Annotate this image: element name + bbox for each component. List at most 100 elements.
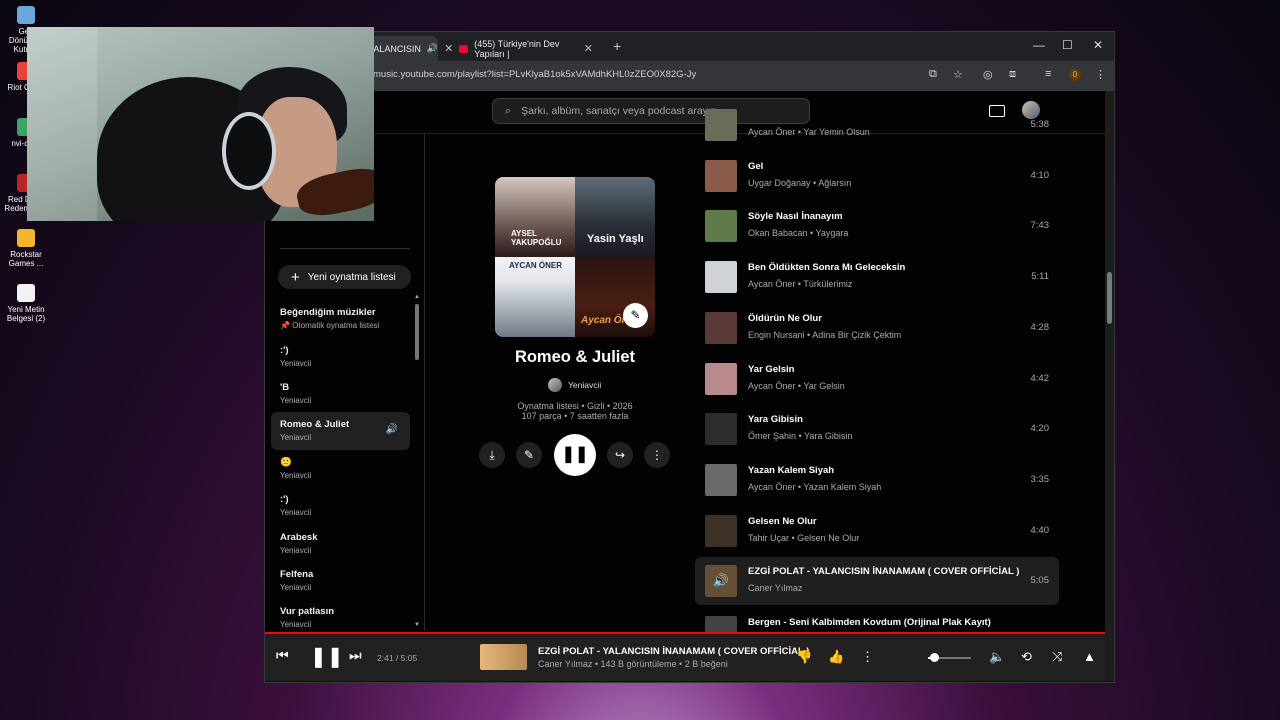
track-artist[interactable]: Ömer Şahin [748, 431, 796, 441]
track-artist[interactable]: Aycan Öner [748, 381, 795, 391]
desktop-icon[interactable]: Yeni Metin Belgesi (2) [4, 284, 48, 323]
track-row[interactable]: Gelsen Ne Olur Tahir Uçar • Gelsen Ne Olu… [695, 507, 1059, 555]
track-album[interactable]: Yar Gelsin [803, 381, 844, 391]
shuffle-icon[interactable]: ⤨ [1052, 649, 1062, 665]
track-artist[interactable]: Engin Nursani [748, 330, 805, 340]
track-title[interactable]: Yazan Kalem Siyah [748, 465, 834, 476]
track-title[interactable]: Ben Öldükten Sonra Mı Geleceksin [748, 262, 905, 273]
track-row[interactable]: Gel Uygar Doğanay • Ağlarsın 4:10 [695, 152, 1059, 200]
track-album[interactable]: Yara Gibisin [804, 431, 852, 441]
tab-youtube-video[interactable]: (455) Türkiye'nin Dev Yapıları | ✕ [451, 36, 601, 61]
sidebar-playlist-item[interactable]: 'B Yeniavcii [271, 375, 410, 412]
like-icon[interactable]: 👍 [828, 649, 844, 665]
track-artist-album[interactable]: Uygar Doğanay • Ağlarsın [748, 178, 851, 188]
track-artist[interactable]: Caner Yılmaz [748, 583, 802, 593]
scroll-up-icon[interactable]: ▲ [414, 294, 420, 300]
track-artist[interactable]: Tahir Uçar [748, 533, 789, 543]
pause-button[interactable]: ❚❚ [554, 434, 596, 476]
bookmark-star-icon[interactable]: ☆ [953, 68, 963, 81]
track-title[interactable]: Yara Gibisin [748, 414, 803, 425]
sidebar-playlist-item[interactable]: Felfena Yeniavcii [271, 562, 410, 599]
track-row[interactable]: Yazan Kalem Siyah Aycan Öner • Yazan Kale… [695, 456, 1059, 504]
track-title[interactable]: Bergen - Seni Kalbimden Kovdum (Orijinal… [748, 617, 991, 628]
track-artist[interactable]: Aycan Öner [748, 482, 795, 492]
extension-badge[interactable]: 0 [1069, 69, 1081, 81]
track-artist-album[interactable]: Engin Nursani • Adina Bir Çizik Çektim [748, 330, 901, 340]
track-thumbnail[interactable] [705, 311, 737, 344]
sidebar-playlist-item[interactable]: Vur patlasın Yeniavcii [271, 599, 410, 636]
track-artist-album[interactable]: Aycan Öner • Türkülerimiz [748, 279, 852, 289]
track-thumbnail[interactable] [705, 261, 737, 294]
expand-player-icon[interactable]: ▲ [1083, 649, 1096, 664]
track-row[interactable]: Yara Gibisin Ömer Şahin • Yara Gibisin 4:2… [695, 405, 1059, 453]
track-artist-album[interactable]: Ömer Şahin • Yara Gibisin [748, 431, 852, 441]
track-title[interactable]: Söyle Nasıl İnanayım [748, 211, 843, 222]
sidebar-playlist-item[interactable]: Romeo & Juliet Yeniavcii 🔊 [271, 412, 410, 450]
track-title[interactable]: Öldürün Ne Olur [748, 313, 822, 324]
maximize-icon[interactable]: ☐ [1062, 38, 1073, 52]
track-title[interactable]: Yar Gelsin [748, 364, 794, 375]
dislike-icon[interactable]: 👎 [796, 649, 812, 665]
edit-cover-icon[interactable]: ✎ [623, 303, 648, 328]
share-icon[interactable]: ↪ [607, 442, 633, 468]
track-artist-album[interactable]: Aycan Öner • Yar Gelsin [748, 381, 845, 391]
browser-menu-icon[interactable]: ⋮ [1095, 68, 1106, 81]
playlist-owner[interactable]: Yeniavcii [548, 378, 601, 392]
track-thumbnail[interactable] [705, 463, 737, 496]
sidebar-playlist-item[interactable]: Arabesk Yeniavcii [271, 524, 410, 561]
track-album[interactable]: Yazan Kalem Siyah [803, 482, 881, 492]
track-row[interactable]: Yar Gelsin Aycan Öner • Yar Gelsin 4:42 [695, 355, 1059, 403]
track-thumbnail[interactable] [705, 362, 737, 395]
track-title[interactable]: Gel [748, 161, 763, 172]
track-row[interactable]: Ben Öldükten Sonra Mı Geleceksin Aycan Ön… [695, 253, 1059, 301]
download-icon[interactable]: ⤓ [479, 442, 505, 468]
track-thumbnail[interactable] [705, 159, 737, 192]
edit-icon[interactable]: ✎ [516, 442, 542, 468]
sidebar-playlist-item[interactable]: :') Yeniavcii [271, 337, 410, 374]
track-artist[interactable]: Aycan Öner [748, 279, 795, 289]
track-album[interactable]: Adina Bir Çizik Çektim [812, 330, 901, 340]
url-field[interactable]: music.youtube.com/playlist?list=PLvKlyaB… [373, 69, 696, 80]
track-artist-album[interactable]: Okan Babacan • Yaygara [748, 228, 848, 238]
sidebar-playlist-item[interactable]: 🙂 Yeniavcii [271, 450, 410, 487]
minimize-icon[interactable]: — [1033, 38, 1045, 52]
pause-icon[interactable]: ❚❚ [310, 644, 344, 669]
repeat-icon[interactable]: ⟲ [1021, 649, 1032, 665]
track-album[interactable]: Ağlarsın [818, 178, 851, 188]
track-thumbnail[interactable] [705, 514, 737, 547]
sidebar-playlist-item[interactable]: :') Yeniavcii [271, 487, 410, 524]
volume-knob[interactable] [930, 653, 940, 662]
track-artist-album[interactable]: Aycan Öner • Yazan Kalem Siyah [748, 482, 881, 492]
track-album[interactable]: Yaygara [816, 228, 849, 238]
track-artist-album[interactable]: Caner Yılmaz [748, 583, 802, 593]
track-artist[interactable]: Okan Babacan [748, 228, 808, 238]
track-artist[interactable]: Aycan Öner [748, 127, 795, 137]
track-row[interactable]: Öldürün Ne Olur Engin Nursani • Adina Bir… [695, 304, 1059, 352]
track-row[interactable]: Aycan Öner • Yar Yemin Olsun 5:38 [695, 101, 1059, 149]
track-row[interactable]: 🔊 EZGİ POLAT - YALANCISIN İNANAMAM ( COVE… [695, 557, 1059, 606]
track-title[interactable]: EZGİ POLAT - YALANCISIN İNANAMAM ( COVER… [748, 566, 1019, 577]
new-tab-icon[interactable]: + [613, 38, 621, 54]
track-thumbnail[interactable] [705, 210, 737, 243]
volume-icon[interactable]: 🔈 [989, 649, 1005, 665]
track-artist-album[interactable]: Aycan Öner • Yar Yemin Olsun [748, 127, 870, 137]
track-title[interactable]: Gelsen Ne Olur [748, 516, 817, 527]
track-thumbnail[interactable] [705, 109, 737, 141]
install-app-icon[interactable]: ⧉ [929, 68, 937, 81]
new-playlist-button[interactable]: + Yeni oynatma listesi [278, 265, 411, 289]
next-icon[interactable]: ⏭ [349, 647, 362, 664]
track-thumbnail[interactable] [705, 413, 737, 446]
extensions-icon[interactable]: ⧈ [1009, 68, 1016, 81]
sidebar-playlist-item[interactable]: Beğendiğim müzikler 📌 Otomatik oynatma li… [271, 300, 410, 337]
close-window-icon[interactable]: ✕ [1093, 38, 1103, 52]
audio-icon[interactable]: 🔊 [427, 43, 438, 54]
incognito-icon[interactable]: ◎ [983, 68, 993, 81]
now-playing-thumbnail[interactable] [480, 644, 527, 670]
media-control-icon[interactable]: ≡ [1045, 68, 1051, 80]
page-scroll-thumb[interactable] [1107, 272, 1112, 324]
page-scrollbar[interactable] [1105, 91, 1114, 681]
track-artist[interactable]: Uygar Doğanay [748, 178, 811, 188]
now-playing-title[interactable]: EZGİ POLAT - YALANCISIN İNANAMAM ( COVER… [538, 646, 809, 657]
scroll-down-icon[interactable]: ▼ [414, 622, 420, 628]
track-album[interactable]: Türkülerimiz [803, 279, 852, 289]
